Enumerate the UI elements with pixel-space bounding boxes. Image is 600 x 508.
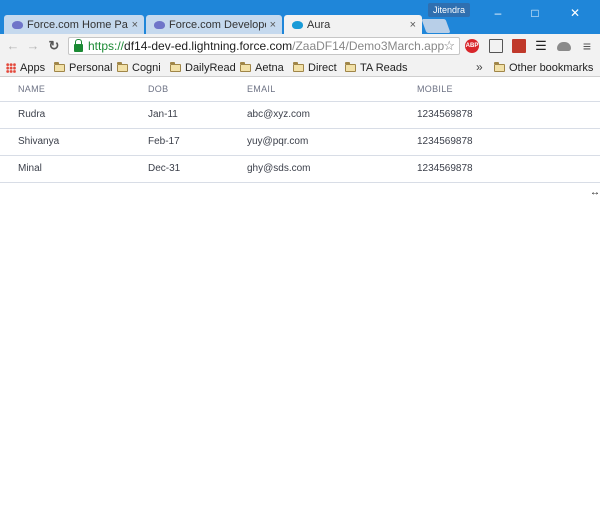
- bookmark-label: Direct: [308, 62, 337, 74]
- bookmark-label: DailyRead: [185, 62, 236, 74]
- tab-aura[interactable]: Aura ×: [284, 15, 422, 34]
- stack-icon[interactable]: ☰: [534, 39, 548, 53]
- folder-icon: [240, 62, 251, 72]
- abp-icon[interactable]: ABP: [465, 39, 479, 53]
- bookmark-direct[interactable]: Direct: [293, 61, 337, 75]
- column-header-email[interactable]: Email: [247, 78, 417, 102]
- bookmark-dailyread[interactable]: DailyRead: [170, 61, 236, 75]
- folder-icon: [345, 62, 356, 72]
- tab-title: Force.com Home Pag: [27, 18, 128, 31]
- reload-icon[interactable]: ↻: [47, 38, 61, 54]
- table-header-row: Name DOB Email Mobile: [0, 78, 600, 102]
- lock-icon: [74, 38, 83, 52]
- tab-close-icon[interactable]: ×: [270, 19, 276, 31]
- cell-email: yuy@pqr.com: [247, 128, 417, 156]
- bookmark-label: Personal: [69, 62, 113, 74]
- cell-dob: Dec-31: [148, 155, 247, 183]
- forward-arrow-icon[interactable]: →: [26, 38, 40, 54]
- maximize-icon[interactable]: □: [528, 6, 542, 20]
- cell-name: Minal: [0, 155, 148, 183]
- cloud-favicon-icon: [154, 20, 165, 29]
- cell-mobile: 1234569878: [417, 128, 600, 156]
- cell-name: Rudra: [0, 101, 148, 129]
- table-row: Shivanya Feb-17 yuy@pqr.com 1234569878: [0, 128, 600, 156]
- folder-icon: [494, 62, 505, 72]
- apps-icon: [6, 63, 16, 73]
- column-header-dob[interactable]: DOB: [148, 78, 247, 102]
- bookmark-label: Other bookmarks: [509, 62, 594, 74]
- minimize-icon[interactable]: –: [491, 6, 505, 20]
- tab-force-home[interactable]: Force.com Home Pag ×: [4, 15, 144, 34]
- url-path: /ZaaDF14/Demo3March.app: [292, 39, 445, 53]
- contacts-table: Name DOB Email Mobile Rudra Jan-11 abc@x…: [0, 78, 600, 183]
- profile-badge[interactable]: Jitendra: [428, 3, 471, 17]
- table-row: Rudra Jan-11 abc@xyz.com 1234569878: [0, 101, 600, 129]
- tab-close-icon[interactable]: ×: [132, 19, 138, 31]
- bookmark-apps[interactable]: Apps: [6, 61, 45, 75]
- cloud-icon[interactable]: [557, 42, 571, 51]
- page-content: Name DOB Email Mobile Rudra Jan-11 abc@x…: [0, 78, 600, 508]
- address-bar[interactable]: https:// df14-dev-ed.lightning.force.com…: [68, 37, 460, 55]
- bookmark-star-icon[interactable]: ☆: [443, 38, 455, 54]
- folder-icon: [170, 62, 181, 72]
- column-header-name[interactable]: Name: [0, 78, 148, 102]
- url-host: df14-dev-ed.lightning.force.com: [124, 39, 293, 53]
- tab-close-icon[interactable]: ×: [410, 19, 416, 31]
- bookmark-aetna[interactable]: Aetna: [240, 61, 284, 75]
- folder-icon: [293, 62, 304, 72]
- bookmark-label: Aetna: [255, 62, 284, 74]
- bookmark-personal[interactable]: Personal: [54, 61, 112, 75]
- bookmark-label: TA Reads: [360, 62, 408, 74]
- tab-force-developer[interactable]: Force.com Developer ×: [146, 15, 282, 34]
- cell-mobile: 1234569878: [417, 101, 600, 129]
- tab-title: Aura: [307, 18, 331, 31]
- book-icon[interactable]: [512, 39, 526, 53]
- browser-titlebar: Force.com Home Pag × Force.com Developer…: [0, 0, 600, 34]
- cast-icon[interactable]: [489, 39, 503, 53]
- cloud-favicon-icon: [12, 20, 23, 29]
- new-tab-button[interactable]: [421, 19, 451, 33]
- resize-cursor-icon: ↔: [590, 187, 600, 198]
- tab-title: Force.com Developer: [169, 18, 266, 31]
- cell-dob: Jan-11: [148, 101, 247, 129]
- bookmarks-overflow-icon[interactable]: »: [476, 60, 483, 74]
- bookmark-label: Apps: [20, 62, 46, 74]
- cell-dob: Feb-17: [148, 128, 247, 156]
- bookmark-label: Cogni: [132, 62, 161, 74]
- menu-icon[interactable]: ≡: [580, 39, 594, 53]
- cell-email: abc@xyz.com: [247, 101, 417, 129]
- back-arrow-icon[interactable]: ←: [6, 38, 20, 54]
- table-row: Minal Dec-31 ghy@sds.com 1234569878: [0, 155, 600, 183]
- cell-email: ghy@sds.com: [247, 155, 417, 183]
- folder-icon: [54, 62, 65, 72]
- other-bookmarks[interactable]: Other bookmarks: [494, 61, 593, 75]
- bookmark-ta-reads[interactable]: TA Reads: [345, 61, 408, 75]
- bookmark-cogni[interactable]: Cogni: [117, 61, 161, 75]
- folder-icon: [117, 62, 128, 72]
- cell-name: Shivanya: [0, 128, 148, 156]
- browser-toolbar: ← → ↻ https:// df14-dev-ed.lightning.for…: [0, 34, 600, 58]
- cell-mobile: 1234569878: [417, 155, 600, 183]
- close-window-icon[interactable]: ✕: [568, 6, 582, 20]
- url-scheme: https://: [88, 39, 125, 53]
- column-header-mobile[interactable]: Mobile: [417, 78, 600, 102]
- salesforce-favicon-icon: [292, 20, 303, 29]
- bookmarks-bar: Apps Personal Cogni DailyRead Aetna Dire…: [0, 58, 600, 77]
